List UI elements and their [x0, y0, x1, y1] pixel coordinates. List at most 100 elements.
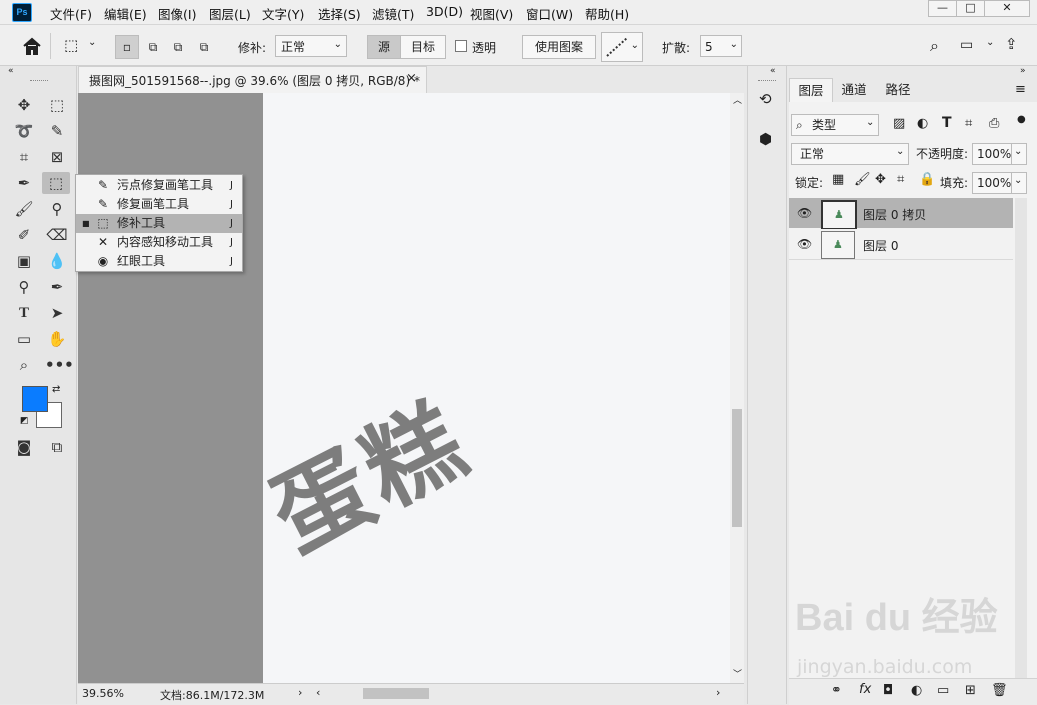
eraser-tool[interactable]: ⌫ — [45, 224, 69, 246]
layers-scrollbar[interactable] — [1015, 198, 1027, 678]
hand-tool[interactable]: ✋ — [45, 328, 69, 350]
crop-tool[interactable]: ⌗ — [12, 146, 36, 168]
eye-visibility-icon[interactable]: 👁 — [797, 237, 812, 251]
new-layer-icon[interactable]: ⊞ — [965, 683, 976, 698]
close-window-button[interactable]: ✕ — [984, 0, 1030, 17]
minimize-button[interactable]: — — [928, 0, 957, 17]
menu-type[interactable]: 文字(Y) — [262, 4, 304, 23]
menu-3d[interactable]: 3D(D) — [426, 4, 463, 19]
new-group-icon[interactable]: ▭ — [937, 683, 949, 698]
scroll-up-icon[interactable]: ︿ — [733, 93, 742, 106]
menu-view[interactable]: 视图(V) — [470, 4, 513, 23]
patch-tool[interactable]: ⬚ — [42, 172, 70, 194]
vertical-scrollbar[interactable]: ︿ ﹀ — [730, 93, 744, 683]
more-tools-button[interactable]: ••• — [45, 354, 74, 376]
expand-arrows-icon[interactable]: » — [1020, 66, 1026, 76]
clone-stamp-tool[interactable]: ⚲ — [45, 198, 69, 220]
tool-preset-picker[interactable]: ⬚ ⌄ — [60, 35, 102, 57]
fx-icon[interactable]: fx — [859, 682, 871, 697]
source-button[interactable]: 源 — [367, 35, 401, 59]
menu-window[interactable]: 窗口(W) — [526, 4, 573, 23]
pattern-picker[interactable]: ⌄ — [601, 32, 643, 62]
menu-file[interactable]: 文件(F) — [50, 4, 92, 23]
dodge-tool[interactable]: ⚲ — [12, 276, 36, 298]
fill-dropdown[interactable]: ⌄ — [1011, 172, 1027, 194]
document-tab[interactable]: 摄图网_501591568--.jpg @ 39.6% (图层 0 拷贝, RG… — [78, 66, 427, 93]
history-brush-tool[interactable]: ✐ — [12, 224, 36, 246]
flyout-item-content-aware-move[interactable]: ✕ 内容感知移动工具 J — [76, 233, 242, 252]
lock-position-icon[interactable]: ✥ — [875, 172, 886, 187]
3d-panel-icon[interactable]: ⬢ — [759, 130, 772, 148]
pen-tool[interactable]: ✒ — [45, 276, 69, 298]
collapse-arrows-icon[interactable]: « — [770, 66, 776, 76]
lock-all-icon[interactable]: 🔒 — [919, 172, 935, 187]
flyout-item-spot-healing[interactable]: ✎ 污点修复画笔工具 J — [76, 176, 242, 195]
layer-row-selected[interactable]: 👁 ♟ 图层 0 拷贝 — [789, 198, 1013, 230]
lock-artboard-icon[interactable]: ⌗ — [897, 172, 904, 187]
eyedropper-tool[interactable]: ✒ — [12, 172, 36, 194]
adjustment-layer-icon[interactable]: ◐ — [911, 683, 922, 698]
workspace-icon[interactable]: ▭ — [960, 37, 973, 53]
filter-adjustment-icon[interactable]: ◐ — [917, 116, 928, 131]
lasso-tool[interactable]: ➰ — [12, 120, 36, 142]
history-panel-icon[interactable]: ⟲ — [759, 90, 772, 108]
lock-image-brush-icon[interactable]: 🖌 — [854, 172, 871, 187]
brush-tool[interactable]: 🖌 — [12, 198, 36, 220]
chevron-down-icon[interactable]: ⌄ — [986, 37, 994, 48]
close-document-icon[interactable]: × — [406, 71, 417, 86]
tab-channels[interactable]: 通道 — [833, 78, 875, 102]
search-icon[interactable]: ⌕ — [930, 36, 939, 56]
marquee-tool[interactable]: ⬚ — [45, 94, 69, 116]
menu-help[interactable]: 帮助(H) — [585, 4, 629, 23]
intersect-selection-button[interactable]: ⧉ — [192, 35, 216, 59]
link-layers-icon[interactable]: ⚭ — [831, 683, 842, 698]
target-button[interactable]: 目标 — [400, 35, 446, 59]
status-menu-arrow-icon[interactable]: › — [298, 686, 302, 699]
filter-shape-icon[interactable]: ⌗ — [965, 116, 972, 131]
fill-input[interactable]: 100% — [972, 172, 1012, 194]
document-canvas[interactable]: 蛋糕 — [263, 93, 730, 683]
collapse-arrows-icon[interactable]: « — [8, 66, 14, 76]
filter-type-icon[interactable]: T — [942, 115, 952, 131]
home-button[interactable] — [10, 33, 51, 59]
lock-transparent-icon[interactable]: ▦ — [832, 172, 844, 187]
gradient-tool[interactable]: ▣ — [12, 250, 36, 272]
flyout-item-patch[interactable]: ■ ⬚ 修补工具 J — [76, 214, 242, 233]
scroll-down-icon[interactable]: ﹀ — [733, 667, 742, 680]
filter-pixel-icon[interactable]: ▨ — [893, 116, 905, 131]
patch-mode-select[interactable]: 正常 ⌄ — [275, 35, 347, 57]
layer-row[interactable]: 👁 ♟ 图层 0 — [789, 229, 1013, 260]
eye-visibility-icon[interactable]: 👁 — [797, 206, 812, 220]
menu-select[interactable]: 选择(S) — [318, 4, 361, 23]
zoom-level[interactable]: 39.56% — [82, 687, 124, 700]
type-tool[interactable]: T — [12, 302, 36, 324]
add-selection-button[interactable]: ⧉ — [141, 35, 165, 59]
zoom-tool[interactable]: ⌕ — [12, 354, 36, 376]
maximize-button[interactable]: □ — [956, 0, 985, 17]
use-pattern-button[interactable]: 使用图案 — [522, 35, 596, 59]
blur-tool[interactable]: 💧 — [45, 250, 69, 272]
move-tool[interactable]: ✥ — [12, 94, 36, 116]
flyout-item-healing-brush[interactable]: ✎ 修复画笔工具 J — [76, 195, 242, 214]
layer-filter-select[interactable]: ⌕ 类型 ⌄ — [791, 114, 879, 136]
default-colors-icon[interactable]: ◩ — [20, 416, 29, 426]
quick-mask-button[interactable]: ◙ — [12, 436, 36, 458]
menu-image[interactable]: 图像(I) — [158, 4, 196, 23]
horizontal-scroll-thumb[interactable] — [363, 688, 429, 699]
swap-colors-icon[interactable]: ⇄ — [52, 384, 60, 395]
panel-grip[interactable] — [758, 80, 776, 83]
menu-edit[interactable]: 编辑(E) — [104, 4, 147, 23]
rectangle-tool[interactable]: ▭ — [12, 328, 36, 350]
delete-layer-icon[interactable]: 🗑 — [991, 683, 1008, 698]
share-icon[interactable]: ⇪ — [1005, 35, 1018, 53]
tab-paths[interactable]: 路径 — [877, 78, 919, 102]
quick-selection-tool[interactable]: ✎ — [45, 120, 69, 142]
blend-mode-select[interactable]: 正常 ⌄ — [791, 143, 909, 165]
filter-smart-object-icon[interactable]: ⎙ — [989, 116, 999, 131]
vertical-scroll-thumb[interactable] — [732, 409, 742, 527]
menu-filter[interactable]: 滤镜(T) — [372, 4, 414, 23]
transparent-checkbox[interactable] — [455, 40, 467, 52]
tab-layers[interactable]: 图层 — [789, 78, 833, 103]
filter-toggle-icon[interactable]: ● — [1017, 114, 1026, 125]
screen-mode-button[interactable]: ⧉ — [45, 436, 69, 458]
